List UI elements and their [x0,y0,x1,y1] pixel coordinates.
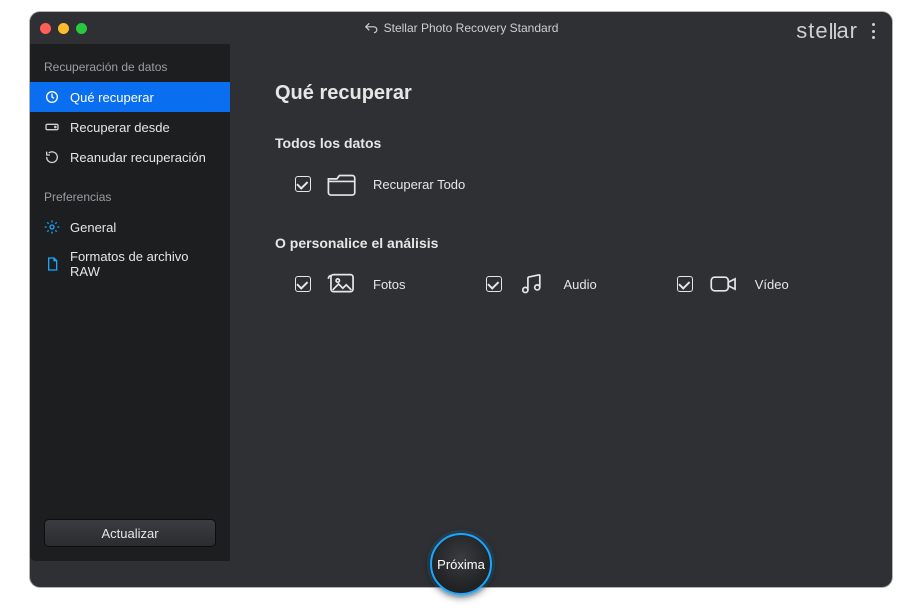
checkbox-photos[interactable] [295,276,311,292]
option-label: Recuperar Todo [373,177,465,192]
checkbox-video[interactable] [677,276,693,292]
file-raw-icon [44,256,60,272]
sidebar: Recuperación de datos Qué recuperar Recu… [30,44,230,561]
sidebar-item-label: Formatos de archivo RAW [70,249,216,279]
app-window: Stellar Photo Recovery Standard stellar … [30,12,892,587]
option-audio[interactable]: Audio [486,269,597,299]
maximize-window-button[interactable] [76,23,87,34]
audio-icon [516,269,550,299]
sidebar-section-title: Preferencias [30,186,230,212]
video-icon [707,269,741,299]
next-button[interactable]: Próxima [430,533,492,595]
menu-kebab-icon[interactable] [866,22,880,40]
drive-icon [44,119,60,135]
brand-logo: stellar [796,18,858,44]
option-video[interactable]: Vídeo [677,269,789,299]
checkbox-recover-all[interactable] [295,176,311,192]
sidebar-item-label: Recuperar desde [70,120,170,135]
app-title: Stellar Photo Recovery Standard [384,21,559,35]
folder-icon [325,169,359,199]
titlebar: Stellar Photo Recovery Standard stellar [30,12,892,44]
next-button-label: Próxima [437,557,485,572]
minimize-window-button[interactable] [58,23,69,34]
update-button[interactable]: Actualizar [44,519,216,547]
sidebar-item-resume[interactable]: Reanudar recuperación [30,142,230,172]
sidebar-item-label: General [70,220,116,235]
back-icon[interactable] [364,21,378,35]
sidebar-section-title: Recuperación de datos [30,56,230,82]
sidebar-item-recover-from[interactable]: Recuperar desde [30,112,230,142]
page-title: Qué recuperar [275,82,876,105]
sidebar-item-raw[interactable]: Formatos de archivo RAW [30,242,230,286]
option-label: Fotos [373,277,406,292]
sidebar-item-general[interactable]: General [30,212,230,242]
sidebar-item-label: Reanudar recuperación [70,150,206,165]
photos-icon [325,269,359,299]
option-recover-all[interactable]: Recuperar Todo [295,169,465,199]
option-label: Audio [564,277,597,292]
resume-icon [44,149,60,165]
option-photos[interactable]: Fotos [295,269,406,299]
section-title-custom: O personalice el análisis [275,235,876,251]
section-title-all: Todos los datos [275,135,876,151]
checkbox-audio[interactable] [486,276,502,292]
option-label: Vídeo [755,277,789,292]
close-window-button[interactable] [40,23,51,34]
window-controls [40,23,87,34]
sidebar-item-label: Qué recuperar [70,90,154,105]
sidebar-item-what-recover[interactable]: Qué recuperar [30,82,230,112]
gear-icon [44,219,60,235]
restore-icon [44,89,60,105]
main-content: Qué recuperar Todos los datos Recuperar … [245,58,876,567]
